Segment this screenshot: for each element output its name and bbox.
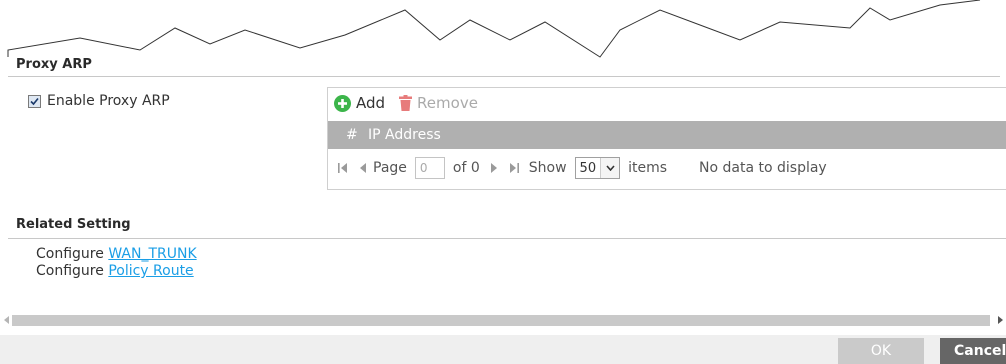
related-link-row: Configure Policy Route xyxy=(36,263,194,279)
page-label: Page xyxy=(373,160,407,176)
remove-button[interactable]: Remove xyxy=(399,94,478,112)
remove-label: Remove xyxy=(417,94,478,112)
related-setting-section-title: Related Setting xyxy=(16,217,131,232)
scrollbar-thumb[interactable] xyxy=(12,315,990,326)
ok-button[interactable]: OK xyxy=(838,338,924,364)
first-page-icon[interactable] xyxy=(338,162,348,174)
section-divider xyxy=(8,238,1006,239)
last-page-icon[interactable] xyxy=(509,162,519,174)
add-button[interactable]: Add xyxy=(334,94,385,112)
show-label: Show xyxy=(528,160,567,176)
horizontal-scrollbar[interactable] xyxy=(0,312,1006,328)
items-per-page-value: 50 xyxy=(579,160,597,176)
column-header-number[interactable]: # xyxy=(328,127,368,143)
table-pager: Page of 0 Show 50 items No data to displ… xyxy=(328,151,1006,185)
configure-label: Configure xyxy=(36,263,104,279)
page-number-input[interactable] xyxy=(414,157,445,179)
scroll-right-icon[interactable] xyxy=(994,314,1006,326)
related-link-row: Configure WAN_TRUNK xyxy=(36,246,197,262)
items-label: items xyxy=(628,160,668,176)
enable-proxy-arp-label: Enable Proxy ARP xyxy=(47,93,170,109)
footer-bar: OK Cancel xyxy=(0,335,1006,364)
cancel-button[interactable]: Cancel xyxy=(940,338,1006,364)
column-header-ip-address[interactable]: IP Address xyxy=(368,127,441,143)
torn-edge-decoration xyxy=(7,0,981,58)
plus-circle-icon xyxy=(334,94,351,112)
table-status-text: No data to display xyxy=(699,160,827,176)
ip-address-table-panel: Add Remove # IP Address Page of 0 xyxy=(327,87,1006,190)
configure-label: Configure xyxy=(36,246,104,262)
policy-route-link[interactable]: Policy Route xyxy=(108,263,193,279)
items-per-page-select[interactable]: 50 xyxy=(574,157,621,179)
previous-page-icon[interactable] xyxy=(360,162,367,174)
check-icon xyxy=(30,97,39,105)
proxy-arp-section-title: Proxy ARP xyxy=(16,57,92,72)
table-toolbar: Add Remove xyxy=(334,94,492,112)
enable-proxy-arp-row[interactable]: Enable Proxy ARP xyxy=(28,93,170,109)
chevron-down-icon[interactable] xyxy=(600,158,620,178)
table-header: # IP Address xyxy=(328,121,1006,149)
enable-proxy-arp-checkbox[interactable] xyxy=(28,94,41,108)
wan-trunk-link[interactable]: WAN_TRUNK xyxy=(108,246,196,262)
scroll-left-icon[interactable] xyxy=(0,314,12,326)
add-label: Add xyxy=(356,94,386,112)
next-page-icon[interactable] xyxy=(490,162,497,174)
page-count-label: of 0 xyxy=(452,160,480,176)
trash-icon xyxy=(399,95,413,111)
section-divider xyxy=(8,76,1000,77)
